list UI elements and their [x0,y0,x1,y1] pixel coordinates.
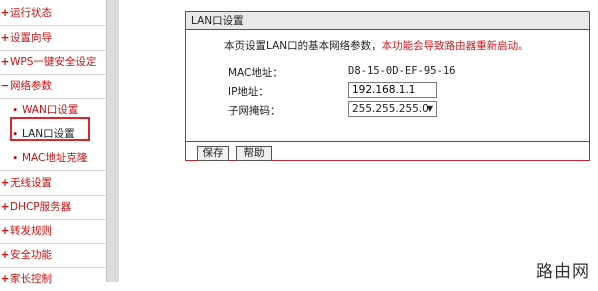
sidebar-item-mac-clone[interactable]: • MAC地址克隆 [0,146,106,171]
sidebar-item-status[interactable]: +运行状态 [0,1,106,26]
sidebar-item-network[interactable]: −网络参数 [0,74,106,99]
sidebar-item-label: WAN口设置 [22,104,79,116]
dot-icon: • [12,154,18,164]
intro-text: 本页设置LAN口的基本网络参数，本功能会导致路由器重新启动。 [224,38,529,53]
mac-label: MAC地址： [228,67,283,79]
intro-warning: 本功能会导致路由器重新启动。 [381,40,529,52]
intro-description: 本页设置LAN口的基本网络参数， [224,40,382,52]
sidebar-item-label: 运行状态 [10,7,52,19]
plus-icon: + [0,225,10,237]
sidebar-nav: +运行状态 +设置向导 +WPS一键安全设定 −网络参数 • WAN口设置 • LA… [0,0,106,285]
mac-value: D8-15-0D-EF-95-16 [348,65,456,77]
sidebar-item-label: 设置向导 [10,32,52,44]
selection-highlight [10,117,90,141]
sidebar-item-label: 家长控制 [10,273,52,285]
plus-icon: + [0,7,10,19]
sidebar-item-dhcp[interactable]: +DHCP服务器 [0,195,106,220]
watermark-text: 路由网 [536,262,590,282]
sidebar-item-wizard[interactable]: +设置向导 [0,26,106,51]
plus-icon: + [0,177,10,189]
ip-address-input[interactable] [348,82,437,98]
save-button[interactable]: 保存 [197,146,229,161]
sidebar-item-label: WPS一键安全设定 [10,56,97,68]
panel-title: LAN口设置 [186,12,589,30]
sidebar-item-label: MAC地址克隆 [22,152,88,164]
help-button[interactable]: 帮助 [236,146,272,161]
dropdown-arrow-icon: ▼ [426,104,433,113]
plus-icon: + [0,32,10,44]
plus-icon: + [0,249,10,261]
sidebar-item-wireless[interactable]: +无线设置 [0,171,106,196]
sidebar-item-forwarding[interactable]: +转发规则 [0,219,106,244]
sidebar-item-label: 网络参数 [10,80,52,92]
subnet-mask-select[interactable]: 255.255.255.0 ▼ [348,101,437,117]
minus-icon: − [0,80,10,92]
sidebar-item-label: 无线设置 [10,177,52,189]
sidebar-scrollbar[interactable] [106,0,119,282]
button-bar: 保存 帮助 [186,141,589,161]
plus-icon: + [0,273,10,285]
mask-label: 子网掩码： [228,105,281,117]
sidebar-item-parental[interactable]: +家长控制 [0,267,106,291]
plus-icon: + [0,56,10,68]
sidebar-item-label: 安全功能 [10,249,52,261]
sidebar-item-label: 转发规则 [10,225,52,237]
lan-settings-panel: LAN口设置 本页设置LAN口的基本网络参数，本功能会导致路由器重新启动。 MA… [185,11,590,161]
subnet-mask-value: 255.255.255.0 [352,103,429,115]
plus-icon: + [0,201,10,213]
sidebar-item-wps[interactable]: +WPS一键安全设定 [0,50,106,75]
ip-label: IP地址： [228,86,269,98]
sidebar-item-label: DHCP服务器 [10,201,72,213]
sidebar-item-security[interactable]: +安全功能 [0,243,106,268]
